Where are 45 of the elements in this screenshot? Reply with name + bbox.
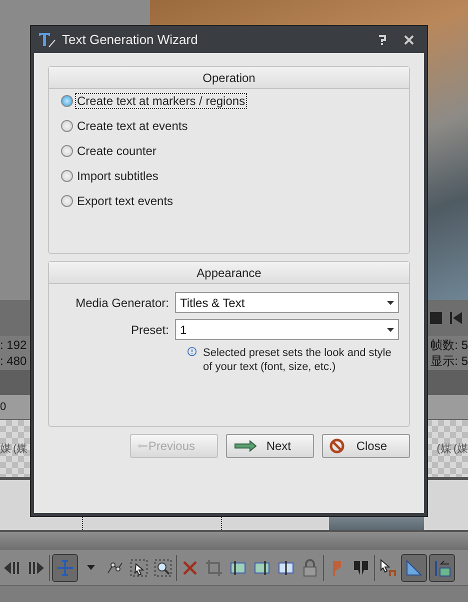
window-title: Text Generation Wizard	[62, 32, 199, 47]
group-heading: Operation	[49, 67, 409, 89]
option-label[interactable]: Import subtitles	[76, 169, 160, 183]
event-label: (媒	[436, 442, 452, 456]
text-tool-icon	[38, 30, 56, 48]
triangle-icon	[404, 558, 424, 578]
caret-icon	[387, 328, 394, 332]
radio-button[interactable]	[61, 145, 73, 157]
dropdown-field[interactable]: Titles & Text	[174, 292, 399, 313]
ruler-label: 0	[0, 401, 6, 413]
status-text: 帧数: 5	[430, 338, 468, 352]
status-text: : 480	[0, 354, 27, 368]
prohibited-icon	[329, 438, 345, 454]
event-label: (媒	[453, 442, 468, 456]
pointer-icon	[378, 558, 398, 578]
help-icon	[378, 34, 386, 44]
zoom-icon	[153, 558, 173, 578]
radio-button[interactable]	[61, 195, 73, 207]
option-label[interactable]: Export text events	[76, 194, 174, 208]
option-label[interactable]: Create counter	[76, 144, 158, 158]
radio-button[interactable]	[61, 120, 73, 132]
close-button[interactable]: Close	[322, 434, 410, 458]
field-label: Media Generator:	[74, 296, 169, 310]
selection-tool-icon	[129, 558, 149, 578]
status-text: 显示: 5	[430, 354, 468, 368]
info-icon	[187, 346, 198, 357]
radio-button[interactable]	[61, 170, 73, 182]
close-icon	[404, 34, 414, 44]
radio-button[interactable]	[61, 95, 73, 107]
ripple-icon	[432, 558, 452, 578]
hint-text: Selected preset sets the look and style of your text (font, size, etc.)	[203, 346, 392, 374]
cursor-tool-icon	[55, 558, 75, 578]
field-label: Preset:	[130, 322, 169, 336]
dropdown-field[interactable]: 1	[174, 319, 399, 340]
status-text: : 192	[0, 338, 27, 352]
option-label[interactable]: Create text at events	[76, 119, 189, 133]
skip-back-icon[interactable]	[450, 312, 462, 324]
next-button[interactable]: Next	[226, 434, 314, 458]
right-arrow-icon	[233, 440, 257, 452]
caret-icon	[87, 565, 95, 570]
crop-icon	[204, 558, 224, 578]
event-label: 媒	[0, 442, 11, 456]
option-label[interactable]: Create text at markers / regions	[76, 94, 246, 108]
event-label: (媒	[13, 442, 28, 456]
group-heading: Appearance	[49, 262, 409, 284]
